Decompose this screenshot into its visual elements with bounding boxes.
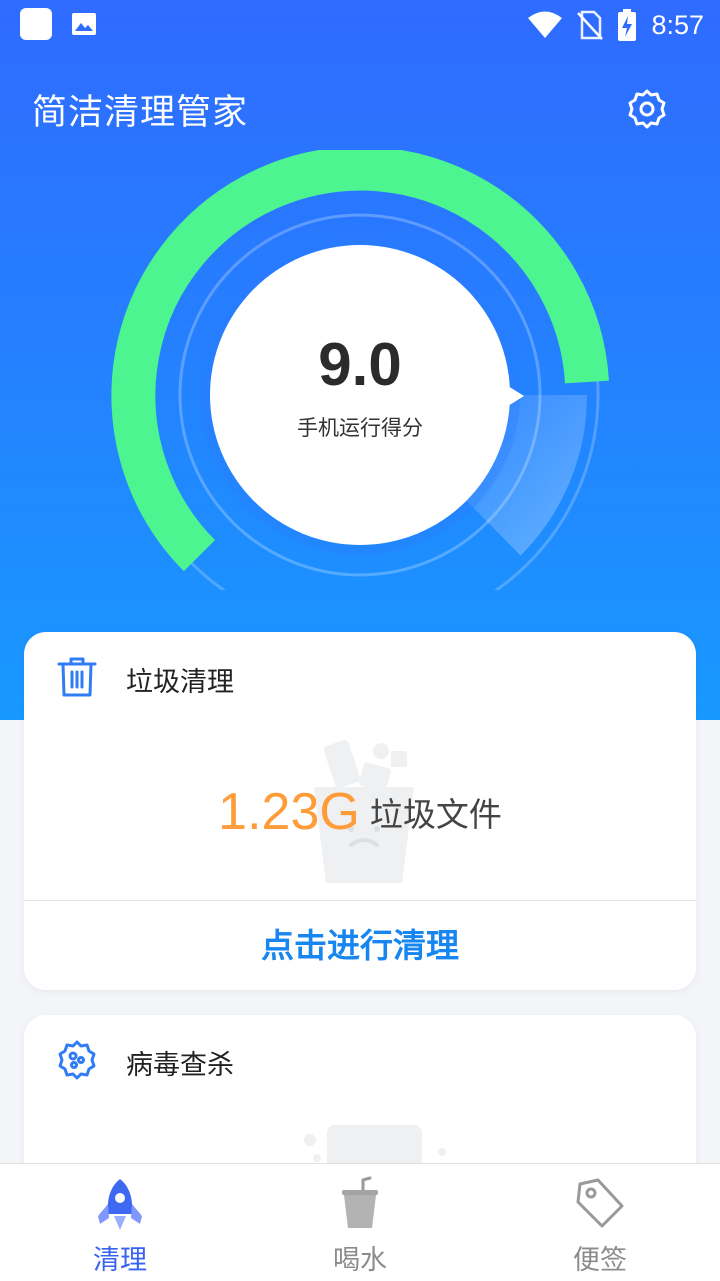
junk-clean-card: 垃圾清理 1.23G 垃圾文件 点击进行清理	[24, 632, 696, 990]
score-label: 手机运行得分	[297, 416, 423, 440]
trash-icon	[57, 657, 97, 697]
battery-charging-icon	[618, 9, 637, 41]
tag-icon	[576, 1178, 624, 1228]
nav-item-notes[interactable]: 便签	[480, 1164, 720, 1281]
virus-card-title: 病毒查杀	[126, 1050, 234, 1081]
nav-item-drink[interactable]: 喝水	[240, 1164, 480, 1281]
junk-card-title: 垃圾清理	[126, 667, 234, 698]
nav-label-clean: 清理	[93, 1245, 147, 1276]
app-icon	[20, 8, 52, 40]
cup-icon	[342, 1176, 378, 1228]
start-clean-button[interactable]: 点击进行清理	[24, 901, 696, 990]
app-title: 简洁清理管家	[32, 93, 249, 133]
rocket-icon	[98, 1179, 142, 1230]
status-bar: 8:57	[0, 0, 720, 50]
nav-label-notes: 便签	[573, 1245, 627, 1276]
wifi-icon	[528, 11, 563, 38]
virus-icon	[58, 1040, 96, 1080]
no-sim-icon	[577, 10, 604, 40]
score-value: 9.0	[318, 331, 402, 398]
score-gauge: 9.0 手机运行得分	[110, 150, 610, 590]
nav-label-drink: 喝水	[333, 1245, 387, 1276]
image-icon	[72, 13, 96, 35]
status-time: 8:57	[651, 9, 704, 40]
junk-size-label: 垃圾文件	[369, 795, 502, 834]
bottom-nav: 清理 喝水 便签	[0, 1163, 720, 1281]
nav-item-clean[interactable]: 清理	[0, 1164, 240, 1281]
junk-summary: 1.23G 垃圾文件	[24, 782, 696, 842]
gear-icon[interactable]	[624, 86, 670, 132]
junk-size-value: 1.23G	[218, 783, 360, 841]
